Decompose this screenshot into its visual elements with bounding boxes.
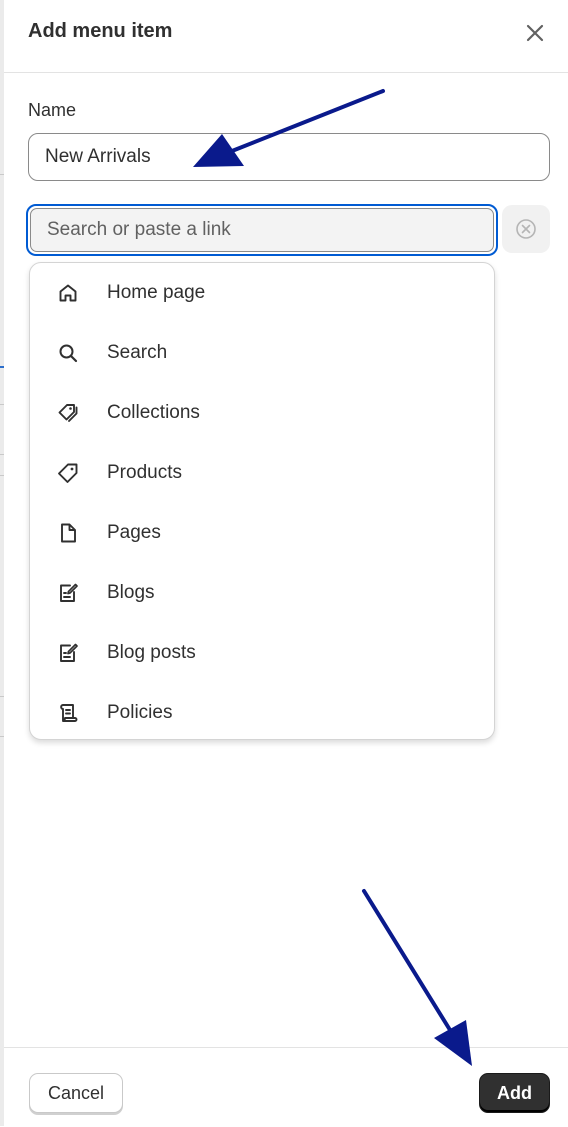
option-home-page[interactable]: Home page — [30, 263, 494, 323]
option-collections[interactable]: Collections — [30, 383, 494, 443]
option-label: Collections — [107, 402, 200, 423]
link-options-dropdown: Home page Search Collections Products Pa… — [29, 262, 495, 740]
option-search[interactable]: Search — [30, 323, 494, 383]
circle-x-icon — [516, 219, 536, 239]
blog-post-icon — [60, 643, 78, 662]
option-label: Policies — [107, 702, 173, 723]
link-search-input[interactable] — [30, 208, 494, 252]
background-page-edge — [0, 0, 4, 1126]
product-tag-icon — [58, 463, 78, 483]
name-input[interactable] — [28, 133, 550, 181]
link-search-focus-ring — [26, 204, 498, 256]
option-blogs[interactable]: Blogs — [30, 563, 494, 623]
clear-link-button[interactable] — [502, 205, 550, 253]
option-products[interactable]: Products — [30, 443, 494, 503]
option-policies[interactable]: Policies — [30, 683, 494, 743]
option-label: Home page — [107, 282, 206, 303]
search-icon — [59, 344, 78, 363]
annotation-arrow-add — [362, 889, 472, 1066]
option-pages[interactable]: Pages — [30, 503, 494, 563]
page-icon — [61, 523, 76, 543]
option-label: Blog posts — [107, 642, 196, 663]
add-button[interactable]: Add — [479, 1073, 550, 1113]
cancel-button[interactable]: Cancel — [29, 1073, 123, 1113]
home-icon — [59, 284, 77, 302]
close-icon[interactable] — [522, 20, 548, 46]
dialog-title: Add menu item — [28, 20, 173, 42]
name-label: Name — [28, 100, 77, 120]
option-label: Blogs — [107, 582, 155, 603]
option-label: Search — [107, 342, 168, 363]
blog-icon — [60, 583, 78, 602]
option-label: Products — [107, 462, 182, 483]
policy-scroll-icon — [60, 704, 78, 722]
dialog-header: Add menu item — [4, 0, 568, 73]
option-blog-posts[interactable]: Blog posts — [30, 623, 494, 683]
collections-tag-icon — [58, 404, 78, 422]
option-label: Pages — [107, 522, 161, 543]
